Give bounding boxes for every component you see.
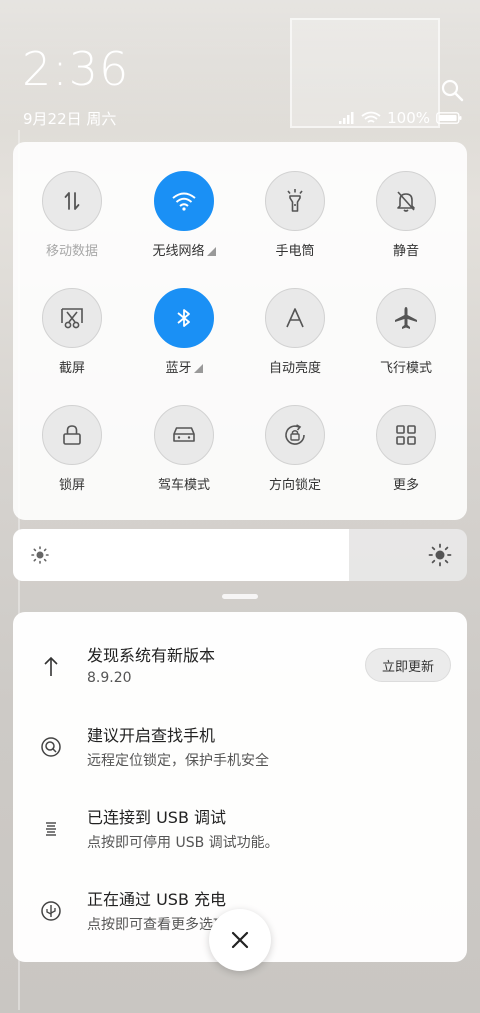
tile-button[interactable] xyxy=(42,405,102,465)
bluetooth-icon xyxy=(177,309,190,327)
notification-item[interactable]: 建议开启查找手机 远程定位锁定，保护手机安全 xyxy=(13,710,467,790)
search-icon[interactable] xyxy=(440,78,464,102)
tile-label: 更多 xyxy=(392,478,419,493)
wifi-icon xyxy=(172,192,196,211)
tile-label: 无线网络 xyxy=(134,240,234,259)
rotation-lock-icon xyxy=(285,424,305,445)
notification-subtitle: 远程定位锁定，保护手机安全 xyxy=(87,753,269,769)
notification-item[interactable]: 已连接到 USB 调试 点按即可停用 USB 调试功能。 xyxy=(13,792,467,872)
brightness-low-icon xyxy=(31,546,49,564)
tile-label: 手电筒 xyxy=(275,244,315,259)
clock: 2:36 xyxy=(22,42,130,96)
expand-triangle-icon[interactable] xyxy=(206,247,216,256)
expand-triangle-icon[interactable] xyxy=(193,364,203,373)
tile-screenshot[interactable]: 截屏 xyxy=(22,288,122,376)
auto-brightness-icon xyxy=(286,308,304,328)
tile-button[interactable] xyxy=(42,288,102,348)
tile-button[interactable] xyxy=(154,405,214,465)
notification-title: 建议开启查找手机 xyxy=(87,726,216,745)
tile-driving-mode[interactable]: 驾车模式 xyxy=(134,405,234,493)
tile-label: 驾车模式 xyxy=(157,478,210,493)
tile-button[interactable] xyxy=(265,288,325,348)
tile-label: 飞行模式 xyxy=(379,361,432,376)
lock-icon xyxy=(63,425,81,445)
tile-rotation-lock[interactable]: 方向锁定 xyxy=(245,405,345,493)
screenshot-icon xyxy=(61,308,83,329)
brightness-slider[interactable] xyxy=(13,529,467,581)
tile-bluetooth[interactable]: 蓝牙 xyxy=(134,288,234,376)
date-label: 9月22日 周六 xyxy=(23,110,117,128)
tile-mute[interactable]: 静音 xyxy=(356,171,456,259)
tile-label: 截屏 xyxy=(58,361,85,376)
quick-settings-panel: 移动数据 无线网络 手电筒 静音 截屏 蓝牙 自动亮度 飞行模式 锁屏 驾车模式… xyxy=(13,142,467,520)
tile-button[interactable] xyxy=(376,405,436,465)
wifi-status-icon xyxy=(361,111,381,123)
airplane-icon xyxy=(395,307,417,329)
tile-flashlight[interactable]: 手电筒 xyxy=(245,171,345,259)
notification-item[interactable]: 发现系统有新版本 8.9.20 立即更新 xyxy=(13,630,467,710)
tile-lock-screen[interactable]: 锁屏 xyxy=(22,405,122,493)
tile-label: 锁屏 xyxy=(58,478,85,493)
notification-title: 正在通过 USB 充电 xyxy=(87,890,227,909)
tile-button[interactable] xyxy=(376,171,436,231)
arrow-up-icon xyxy=(44,656,58,676)
usb-icon xyxy=(41,901,61,921)
mute-bell-icon xyxy=(397,191,415,212)
tile-airplane[interactable]: 飞行模式 xyxy=(356,288,456,376)
tile-label: 移动数据 xyxy=(45,244,98,259)
battery-icon xyxy=(436,112,462,124)
tile-button[interactable] xyxy=(154,171,214,231)
notification-subtitle: 点按即可停用 USB 调试功能。 xyxy=(87,835,279,851)
clear-all-button[interactable] xyxy=(209,909,271,971)
usb-debug-icon xyxy=(46,822,56,836)
status-icons: 100% xyxy=(339,109,462,127)
grid-more-icon xyxy=(396,425,416,445)
battery-percent: 100% xyxy=(387,109,430,127)
update-now-button[interactable]: 立即更新 xyxy=(365,648,451,682)
tile-mobile-data[interactable]: 移动数据 xyxy=(22,171,122,259)
tile-auto-brightness[interactable]: 自动亮度 xyxy=(245,288,345,376)
car-icon xyxy=(173,427,195,442)
tile-button[interactable] xyxy=(42,171,102,231)
find-phone-icon xyxy=(41,737,61,757)
tile-button[interactable] xyxy=(376,288,436,348)
tile-button[interactable] xyxy=(265,405,325,465)
mobile-data-icon xyxy=(64,192,80,210)
brightness-fill xyxy=(13,529,349,581)
tile-button[interactable] xyxy=(265,171,325,231)
signal-icon xyxy=(339,112,354,124)
tile-button[interactable] xyxy=(154,288,214,348)
notification-title: 已连接到 USB 调试 xyxy=(87,808,227,827)
tile-label: 方向锁定 xyxy=(268,478,321,493)
flashlight-icon xyxy=(287,189,303,212)
panel-drag-handle[interactable] xyxy=(222,594,258,599)
close-icon xyxy=(231,931,249,949)
brightness-high-icon xyxy=(428,543,452,567)
notification-title: 发现系统有新版本 xyxy=(87,646,216,665)
tile-label: 蓝牙 xyxy=(134,357,234,376)
tile-label: 自动亮度 xyxy=(268,361,321,376)
tile-wifi[interactable]: 无线网络 xyxy=(134,171,234,259)
notification-subtitle: 8.9.20 xyxy=(87,670,132,686)
tile-more[interactable]: 更多 xyxy=(356,405,456,493)
tile-label: 静音 xyxy=(392,244,419,259)
